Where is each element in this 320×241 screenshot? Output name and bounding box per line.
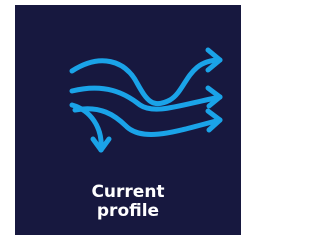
current-flow-arrows-icon <box>69 47 223 153</box>
current-profile-tile[interactable]: Current profile <box>15 5 241 235</box>
tile-label: Current profile <box>15 183 241 221</box>
tile-label-line-1: Current <box>91 182 165 202</box>
tile-label-line-2: profile <box>96 201 160 221</box>
